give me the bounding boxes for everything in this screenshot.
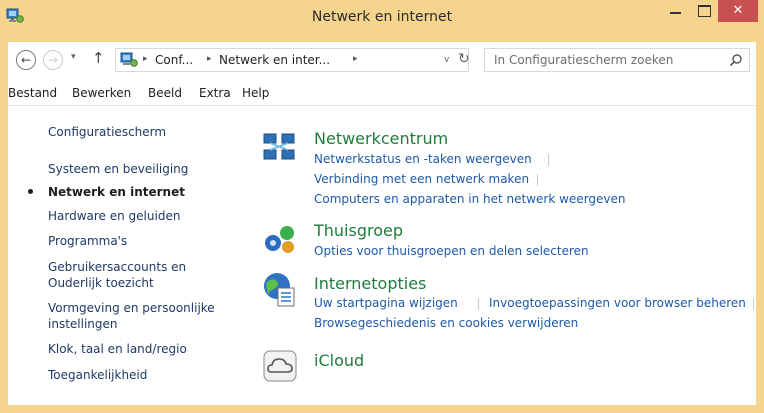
search-input[interactable] bbox=[486, 50, 722, 70]
recent-locations-dropdown[interactable]: ▾ bbox=[71, 52, 76, 62]
category-title-homegroup[interactable]: Thuisgroep bbox=[314, 221, 403, 240]
menu-item-edit[interactable]: Bewerken bbox=[72, 86, 131, 100]
category-title-network-center[interactable]: Netwerkcentrum bbox=[314, 129, 448, 148]
minimize-button[interactable] bbox=[662, 0, 690, 22]
sidebar-item-user-accounts-line2[interactable]: Ouderlijk toezicht bbox=[48, 275, 154, 291]
menu-item-tools[interactable]: Extra bbox=[199, 86, 231, 100]
menu-item-file[interactable]: Bestand bbox=[8, 86, 57, 100]
task-link-manage-addons[interactable]: Invoegtoepassingen voor browser beheren bbox=[489, 296, 746, 310]
maximize-button[interactable] bbox=[690, 0, 718, 22]
breadcrumb-item[interactable]: Conf... bbox=[155, 53, 193, 67]
menu-item-view[interactable]: Beeld bbox=[148, 86, 182, 100]
window-title: Netwerk en internet bbox=[311, 9, 453, 25]
breadcrumb-item[interactable]: Netwerk en inter... bbox=[219, 53, 330, 67]
category-title-icloud[interactable]: iCloud bbox=[314, 351, 364, 370]
sidebar: Configuratiescherm Systeem en beveiligin… bbox=[8, 106, 240, 405]
task-separator bbox=[478, 298, 479, 310]
breadcrumb-separator[interactable]: ▸ bbox=[143, 54, 148, 64]
sidebar-item-network-internet: Netwerk en internet bbox=[48, 185, 185, 199]
search-icon[interactable] bbox=[729, 53, 743, 67]
address-dropdown[interactable]: v bbox=[444, 55, 449, 65]
title-bar[interactable]: Netwerk en internet ✕ bbox=[0, 0, 764, 34]
breadcrumb-separator[interactable]: ▸ bbox=[353, 54, 358, 64]
sidebar-item-programs[interactable]: Programma's bbox=[48, 233, 127, 249]
active-indicator bbox=[28, 189, 33, 194]
task-link-homegroup-options[interactable]: Opties voor thuisgroepen en delen select… bbox=[314, 244, 589, 258]
search-box[interactable] bbox=[484, 48, 750, 72]
task-link-change-homepage[interactable]: Uw startpagina wijzigen bbox=[314, 296, 458, 310]
address-bar[interactable]: ▸ Conf... ▸ Netwerk en inter... ▸ v ↻ bbox=[115, 48, 470, 72]
icloud-icon[interactable] bbox=[260, 346, 300, 386]
network-center-icon[interactable] bbox=[260, 128, 300, 168]
task-link-connect-network[interactable]: Verbinding met een netwerk maken bbox=[314, 172, 529, 186]
task-separator bbox=[537, 174, 538, 186]
sidebar-item-appearance-line2[interactable]: instellingen bbox=[48, 316, 118, 332]
sidebar-item-system-security[interactable]: Systeem en beveiliging bbox=[48, 161, 188, 177]
explorer-window: Netwerk en internet ✕ ← → ▾ ↑ ▸ Conf... … bbox=[0, 0, 764, 413]
main-content: Netwerkcentrum Netwerkstatus en -taken w… bbox=[240, 106, 756, 405]
sidebar-item-control-panel[interactable]: Configuratiescherm bbox=[48, 124, 166, 140]
menu-bar: Bestand Bewerken Beeld Extra Help bbox=[8, 82, 756, 106]
breadcrumb-separator[interactable]: ▸ bbox=[207, 54, 212, 64]
task-separator bbox=[548, 154, 549, 166]
task-link-delete-history[interactable]: Browsegeschiedenis en cookies verwijdere… bbox=[314, 316, 578, 330]
internet-options-icon[interactable] bbox=[260, 269, 300, 309]
window-client: ← → ▾ ↑ ▸ Conf... ▸ Netwerk en inter... … bbox=[8, 42, 756, 405]
task-link-network-status[interactable]: Netwerkstatus en -taken weergeven bbox=[314, 152, 532, 166]
sidebar-item-hardware-sound[interactable]: Hardware en geluiden bbox=[48, 208, 180, 224]
control-panel-icon bbox=[120, 52, 138, 68]
sidebar-item-clock-region[interactable]: Klok, taal en land/regio bbox=[48, 341, 187, 357]
homegroup-icon[interactable] bbox=[260, 218, 300, 258]
up-button[interactable]: ↑ bbox=[92, 49, 105, 67]
menu-item-help[interactable]: Help bbox=[242, 86, 269, 100]
forward-button[interactable]: → bbox=[43, 50, 63, 70]
sidebar-item-appearance[interactable]: Vormgeving en persoonlijke bbox=[48, 300, 215, 316]
close-button[interactable]: ✕ bbox=[718, 0, 758, 22]
refresh-button[interactable]: ↻ bbox=[458, 51, 470, 67]
task-link-view-network-computers[interactable]: Computers en apparaten in het netwerk we… bbox=[314, 192, 626, 206]
navigation-bar: ← → ▾ ↑ ▸ Conf... ▸ Netwerk en inter... … bbox=[8, 42, 756, 80]
task-separator bbox=[753, 298, 754, 310]
back-button[interactable]: ← bbox=[16, 50, 36, 70]
sidebar-item-accessibility[interactable]: Toegankelijkheid bbox=[48, 367, 147, 383]
sidebar-item-user-accounts[interactable]: Gebruikersaccounts en bbox=[48, 259, 186, 275]
category-title-internet-options[interactable]: Internetopties bbox=[314, 274, 426, 293]
